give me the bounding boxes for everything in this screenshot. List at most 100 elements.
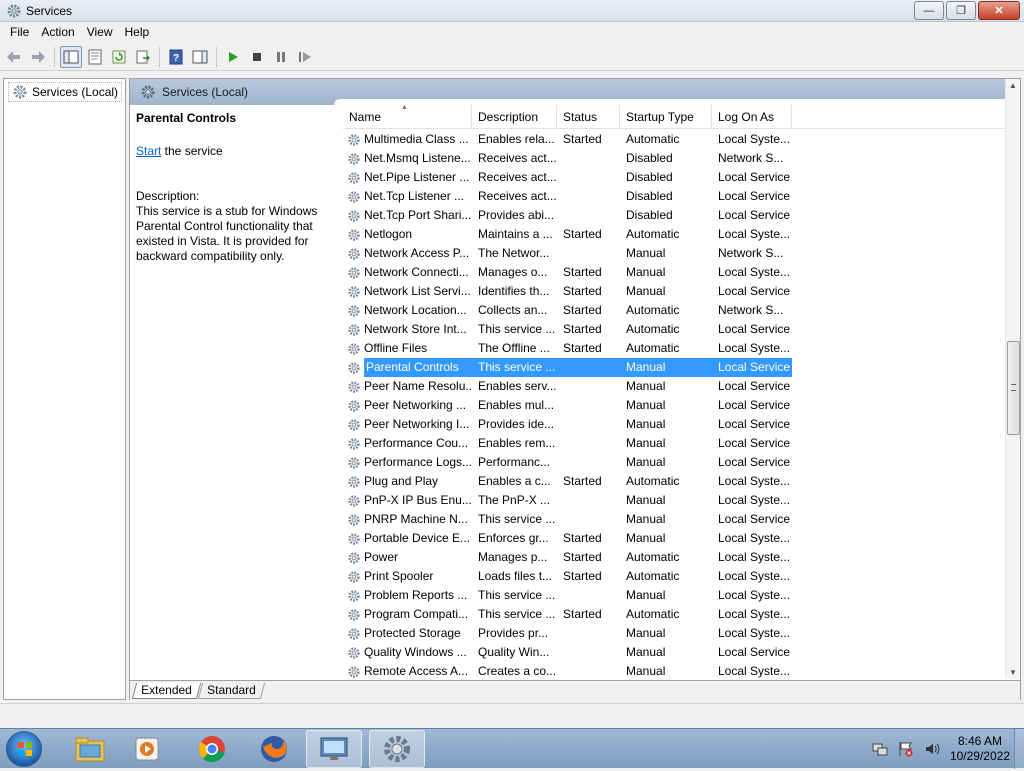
menu-help[interactable]: Help (119, 23, 156, 43)
export-list-icon (136, 50, 150, 64)
show-hide-action-pane-button[interactable] (189, 46, 211, 68)
restart-service-button[interactable] (294, 46, 316, 68)
pause-service-icon (277, 52, 285, 62)
taskbar-chrome[interactable] (184, 730, 240, 768)
table-row[interactable]: Portable Device E... Enforces gr... Starte… (343, 529, 1006, 548)
scroll-up-icon[interactable]: ▲ (1009, 81, 1017, 90)
table-row[interactable]: Network Store Int... This service ... Star… (343, 320, 1006, 339)
start-service-button[interactable] (222, 46, 244, 68)
service-name-cell: Portable Device E... (343, 529, 472, 548)
clock[interactable]: 8:46 AM 10/29/2022 (950, 734, 1010, 764)
service-name: Network Connecti... (364, 265, 469, 279)
menu-view[interactable]: View (81, 23, 119, 43)
table-row[interactable]: Print Spooler Loads files t... Started Auto… (343, 567, 1006, 586)
table-row[interactable]: Network Location... Collects an... Started… (343, 301, 1006, 320)
table-row[interactable]: Peer Networking I... Provides ide... Manua… (343, 415, 1006, 434)
service-status: Started (563, 550, 602, 564)
export-list-button[interactable] (132, 46, 154, 68)
taskbar-firefox[interactable] (246, 730, 302, 768)
column-header-name[interactable]: ▲ Name (343, 105, 472, 129)
service-description: Provides pr... (478, 626, 549, 640)
table-row[interactable]: Performance Logs... Performanc... Manual Lo… (343, 453, 1006, 472)
start-button[interactable] (6, 731, 42, 767)
taskbar-media-player[interactable] (120, 730, 176, 768)
taskbar-remote-desktop[interactable] (306, 730, 362, 768)
service-title: Parental Controls (136, 111, 237, 125)
service-startup-type: Disabled (626, 189, 673, 203)
table-row[interactable]: Net.Tcp Port Shari... Provides abi... Disa… (343, 206, 1006, 225)
table-row[interactable]: Peer Networking ... Enables mul... Manual L… (343, 396, 1006, 415)
service-log-on-as: Network S... (718, 151, 784, 165)
help-button[interactable]: ? (165, 46, 187, 68)
service-gear-icon (347, 133, 361, 147)
table-row[interactable]: Net.Pipe Listener ... Receives act... Disa… (343, 168, 1006, 187)
table-row[interactable]: Net.Msmq Listene... Receives act... Disabl… (343, 149, 1006, 168)
table-row[interactable]: Network List Servi... Identifies th... Sta… (343, 282, 1006, 301)
service-startup-type: Automatic (626, 550, 680, 564)
show-desktop-button[interactable] (1014, 729, 1024, 769)
tab-extended[interactable]: Extended (131, 683, 201, 699)
taskbar-services[interactable] (369, 730, 425, 768)
taskbar-explorer[interactable] (62, 730, 118, 768)
table-row[interactable]: Remote Access A... Creates a co... Manual L… (343, 662, 1006, 680)
tree-item-services-local[interactable]: Services (Local) (8, 82, 123, 102)
scrollbar-thumb[interactable] (1007, 341, 1020, 435)
refresh-button[interactable] (108, 46, 130, 68)
start-service-link[interactable]: Start (136, 144, 161, 158)
service-name-cell: Program Compati... (343, 605, 472, 624)
table-row[interactable]: Net.Tcp Listener ... Receives act... Disab… (343, 187, 1006, 206)
vertical-scrollbar[interactable]: ▲ ▼ (1005, 79, 1020, 679)
menu-action[interactable]: Action (35, 23, 80, 43)
properties-button[interactable] (84, 46, 106, 68)
show-hide-tree-button[interactable] (60, 46, 82, 68)
column-header-log-on-as[interactable]: Log On As (712, 105, 792, 129)
service-startup-type: Manual (626, 246, 666, 260)
table-row[interactable]: Network Access P... The Networ... Manual Ne… (343, 244, 1006, 263)
service-startup-type: Manual (626, 645, 666, 659)
forward-button[interactable] (27, 46, 49, 68)
network-icon[interactable] (872, 741, 888, 757)
table-row[interactable]: Offline Files The Offline ... Started Autom… (343, 339, 1006, 358)
service-name: Netlogon (364, 227, 413, 241)
pause-service-button[interactable] (270, 46, 292, 68)
table-row[interactable]: Plug and Play Enables a c... Started Automa… (343, 472, 1006, 491)
service-status: Started (563, 341, 602, 355)
table-row[interactable]: PnP-X IP Bus Enu... The PnP-X ... Manual Lo… (343, 491, 1006, 510)
table-row[interactable]: Parental Controls This service ... Manual L… (343, 358, 1006, 377)
table-row[interactable]: Protected Storage Provides pr... Manual Loc… (343, 624, 1006, 643)
column-header-description[interactable]: Description (472, 105, 557, 129)
service-gear-icon (347, 285, 361, 299)
service-gear-icon (347, 266, 361, 280)
column-header-startup-type[interactable]: Startup Type (620, 105, 712, 129)
back-button[interactable] (3, 46, 25, 68)
action-center-icon[interactable] (898, 741, 914, 757)
volume-icon[interactable] (924, 741, 940, 757)
table-row[interactable]: Netlogon Maintains a ... Started Automatic L… (343, 225, 1006, 244)
service-log-on-as: Local Syste... (718, 227, 791, 241)
service-startup-type: Manual (626, 626, 666, 640)
table-row[interactable]: Program Compati... This service ... Starte… (343, 605, 1006, 624)
stop-service-button[interactable] (246, 46, 268, 68)
tab-standard[interactable]: Standard (197, 683, 265, 699)
service-log-on-as: Local Syste... (718, 474, 791, 488)
service-name: Power (364, 550, 399, 564)
table-row[interactable]: Network Connecti... Manages o... Started Ma… (343, 263, 1006, 282)
table-row[interactable]: Performance Cou... Enables rem... Manual Lo… (343, 434, 1006, 453)
maximize-button[interactable]: ❐ (946, 1, 976, 20)
table-row[interactable]: Peer Name Resolu... Enables serv... Manual… (343, 377, 1006, 396)
service-name: Plug and Play (364, 474, 439, 488)
table-row[interactable]: Quality Windows ... Quality Win... Manual L… (343, 643, 1006, 662)
service-description: The PnP-X ... (478, 493, 551, 507)
table-row[interactable]: PNRP Machine N... This service ... Manual L… (343, 510, 1006, 529)
service-gear-icon (347, 494, 361, 508)
minimize-button[interactable]: — (914, 1, 944, 20)
menu-file[interactable]: File (4, 23, 35, 43)
table-row[interactable]: Power Manages p... Started Automatic Local S… (343, 548, 1006, 567)
service-name: Print Spooler (364, 569, 434, 583)
table-row[interactable]: Problem Reports ... This service ... Manua… (343, 586, 1006, 605)
table-row[interactable]: Multimedia Class ... Enables rela... Start… (343, 130, 1006, 149)
scroll-down-icon[interactable]: ▼ (1009, 668, 1017, 677)
column-header-status[interactable]: Status (557, 105, 620, 129)
close-button[interactable]: ✕ (978, 1, 1020, 20)
service-name: Net.Tcp Port Shari... (364, 208, 472, 222)
